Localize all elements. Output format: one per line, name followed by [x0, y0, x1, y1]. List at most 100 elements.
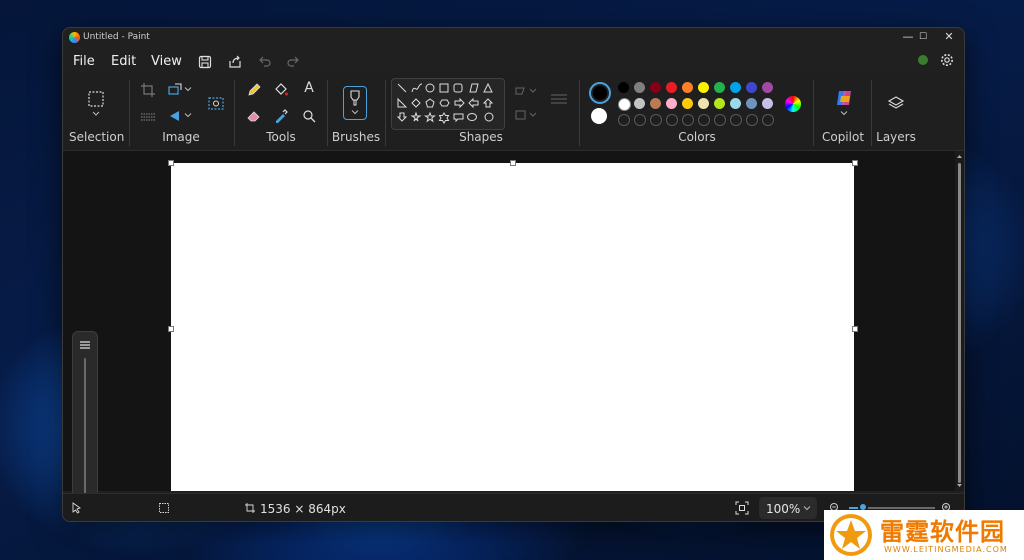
custom-color-slot[interactable] — [650, 114, 662, 126]
custom-color-slot[interactable] — [730, 114, 742, 126]
palette-swatch[interactable] — [650, 82, 661, 93]
brushes-button[interactable] — [343, 86, 367, 120]
palette-swatch[interactable] — [746, 98, 757, 109]
fit-to-window-icon[interactable] — [735, 501, 749, 515]
eraser-icon[interactable] — [246, 108, 262, 124]
secondary-color-swatch[interactable] — [591, 108, 607, 124]
scroll-up-icon[interactable] — [956, 153, 963, 159]
pencil-icon[interactable] — [246, 82, 262, 98]
fill-bucket-icon[interactable] — [273, 82, 289, 98]
palette-swatch[interactable] — [618, 82, 629, 93]
custom-color-slot[interactable] — [762, 114, 774, 126]
menu-bar: File Edit View — [63, 50, 964, 74]
six-point-star-shape-icon — [438, 112, 450, 124]
ribbon-toolbar: Selection Image A Tools Brushes Shapes C… — [63, 74, 964, 151]
rectangle-select-icon[interactable] — [87, 90, 105, 108]
curve-shape-icon — [411, 83, 423, 93]
maximize-button[interactable]: ☐ — [910, 29, 936, 45]
resize-chevron-down-icon[interactable] — [184, 85, 192, 93]
hexagon-shape-icon — [439, 99, 450, 107]
drawing-canvas[interactable] — [171, 163, 854, 491]
line-shape-icon — [397, 83, 407, 93]
scroll-down-icon[interactable] — [956, 483, 963, 489]
copilot-chevron-down-icon[interactable] — [840, 110, 848, 116]
custom-color-slot[interactable] — [698, 114, 710, 126]
palette-swatch[interactable] — [682, 82, 693, 93]
polygon-shape-icon — [469, 83, 479, 93]
diamond-shape-icon — [411, 98, 421, 108]
palette-swatch[interactable] — [698, 98, 709, 109]
up-arrow-shape-icon — [482, 98, 494, 108]
text-tool-icon[interactable]: A — [301, 80, 317, 96]
primary-color-button[interactable] — [589, 82, 611, 104]
zoom-dropdown[interactable]: 100% — [759, 497, 817, 519]
settings-gear-icon[interactable] — [939, 52, 955, 68]
right-triangle-shape-icon — [397, 97, 408, 108]
resize-handle-top-right[interactable] — [852, 160, 858, 166]
custom-color-slot[interactable] — [714, 114, 726, 126]
vertical-scrollbar[interactable] — [955, 151, 964, 491]
custom-color-slot[interactable] — [746, 114, 758, 126]
resize-handle-left[interactable] — [168, 326, 174, 332]
shapes-gallery[interactable] — [391, 78, 505, 130]
palette-swatch[interactable] — [762, 82, 773, 93]
color-picker-icon[interactable] — [273, 108, 289, 124]
ribbon-separator — [327, 80, 328, 146]
edit-colors-wheel-icon[interactable] — [785, 96, 801, 112]
ribbon-separator — [813, 80, 814, 146]
palette-swatch[interactable] — [714, 82, 725, 93]
ribbon-separator — [385, 80, 386, 146]
shape-fill-icon[interactable] — [514, 108, 538, 122]
menu-view[interactable]: View — [151, 54, 182, 69]
resize-icon[interactable] — [167, 82, 183, 98]
undo-icon[interactable] — [257, 54, 273, 70]
resize-handle-top-left[interactable] — [168, 160, 174, 166]
layers-icon[interactable] — [887, 94, 905, 112]
palette-swatch[interactable] — [762, 98, 773, 109]
custom-color-slot[interactable] — [618, 114, 630, 126]
group-label-copilot: Copilot — [821, 130, 865, 144]
save-icon[interactable] — [197, 54, 213, 70]
palette-swatch[interactable] — [714, 98, 725, 109]
close-button[interactable]: ✕ — [936, 29, 962, 45]
custom-color-slot[interactable] — [666, 114, 678, 126]
five-point-star-shape-icon — [423, 111, 437, 123]
rotate-chevron-down-icon[interactable] — [184, 111, 192, 119]
palette-swatch[interactable] — [682, 98, 693, 109]
palette-swatch[interactable] — [730, 82, 741, 93]
status-dot — [918, 55, 928, 65]
redo-icon[interactable] — [285, 54, 301, 70]
shape-size-icon[interactable] — [549, 92, 569, 106]
palette-swatch[interactable] — [730, 98, 741, 109]
crop-icon[interactable] — [140, 82, 156, 98]
palette-swatch[interactable] — [618, 98, 631, 111]
image-effects-icon[interactable] — [140, 108, 156, 124]
share-icon[interactable] — [227, 54, 243, 70]
rotate-icon[interactable] — [167, 108, 183, 124]
custom-color-slot[interactable] — [634, 114, 646, 126]
selection-chevron-down-icon[interactable] — [91, 110, 101, 118]
canvas-workspace[interactable] — [63, 151, 955, 521]
zoom-chevron-down-icon — [803, 506, 811, 511]
shape-outline-icon[interactable] — [514, 84, 538, 98]
menu-file[interactable]: File — [73, 54, 95, 69]
vertical-scrollbar-thumb[interactable] — [958, 163, 961, 483]
resize-handle-top[interactable] — [510, 160, 516, 166]
palette-swatch[interactable] — [698, 82, 709, 93]
paint-app-icon — [69, 32, 80, 43]
menu-edit[interactable]: Edit — [111, 54, 136, 69]
palette-swatch[interactable] — [666, 98, 677, 109]
custom-color-slot[interactable] — [682, 114, 694, 126]
palette-swatch[interactable] — [634, 82, 645, 93]
shapes-gallery-icons — [396, 82, 494, 124]
palette-swatch[interactable] — [666, 82, 677, 93]
remove-background-icon[interactable] — [207, 94, 225, 112]
magnifier-icon[interactable] — [301, 108, 317, 124]
palette-swatch[interactable] — [650, 98, 661, 109]
palette-swatch[interactable] — [634, 98, 645, 109]
watermark-name: 雷霆软件园 — [880, 518, 1005, 546]
palette-swatch[interactable] — [746, 82, 757, 93]
watermark-badge: 雷霆软件园 WWW.LEITINGMEDIA.COM — [824, 510, 1024, 560]
resize-handle-right[interactable] — [852, 326, 858, 332]
copilot-icon[interactable] — [834, 88, 854, 108]
